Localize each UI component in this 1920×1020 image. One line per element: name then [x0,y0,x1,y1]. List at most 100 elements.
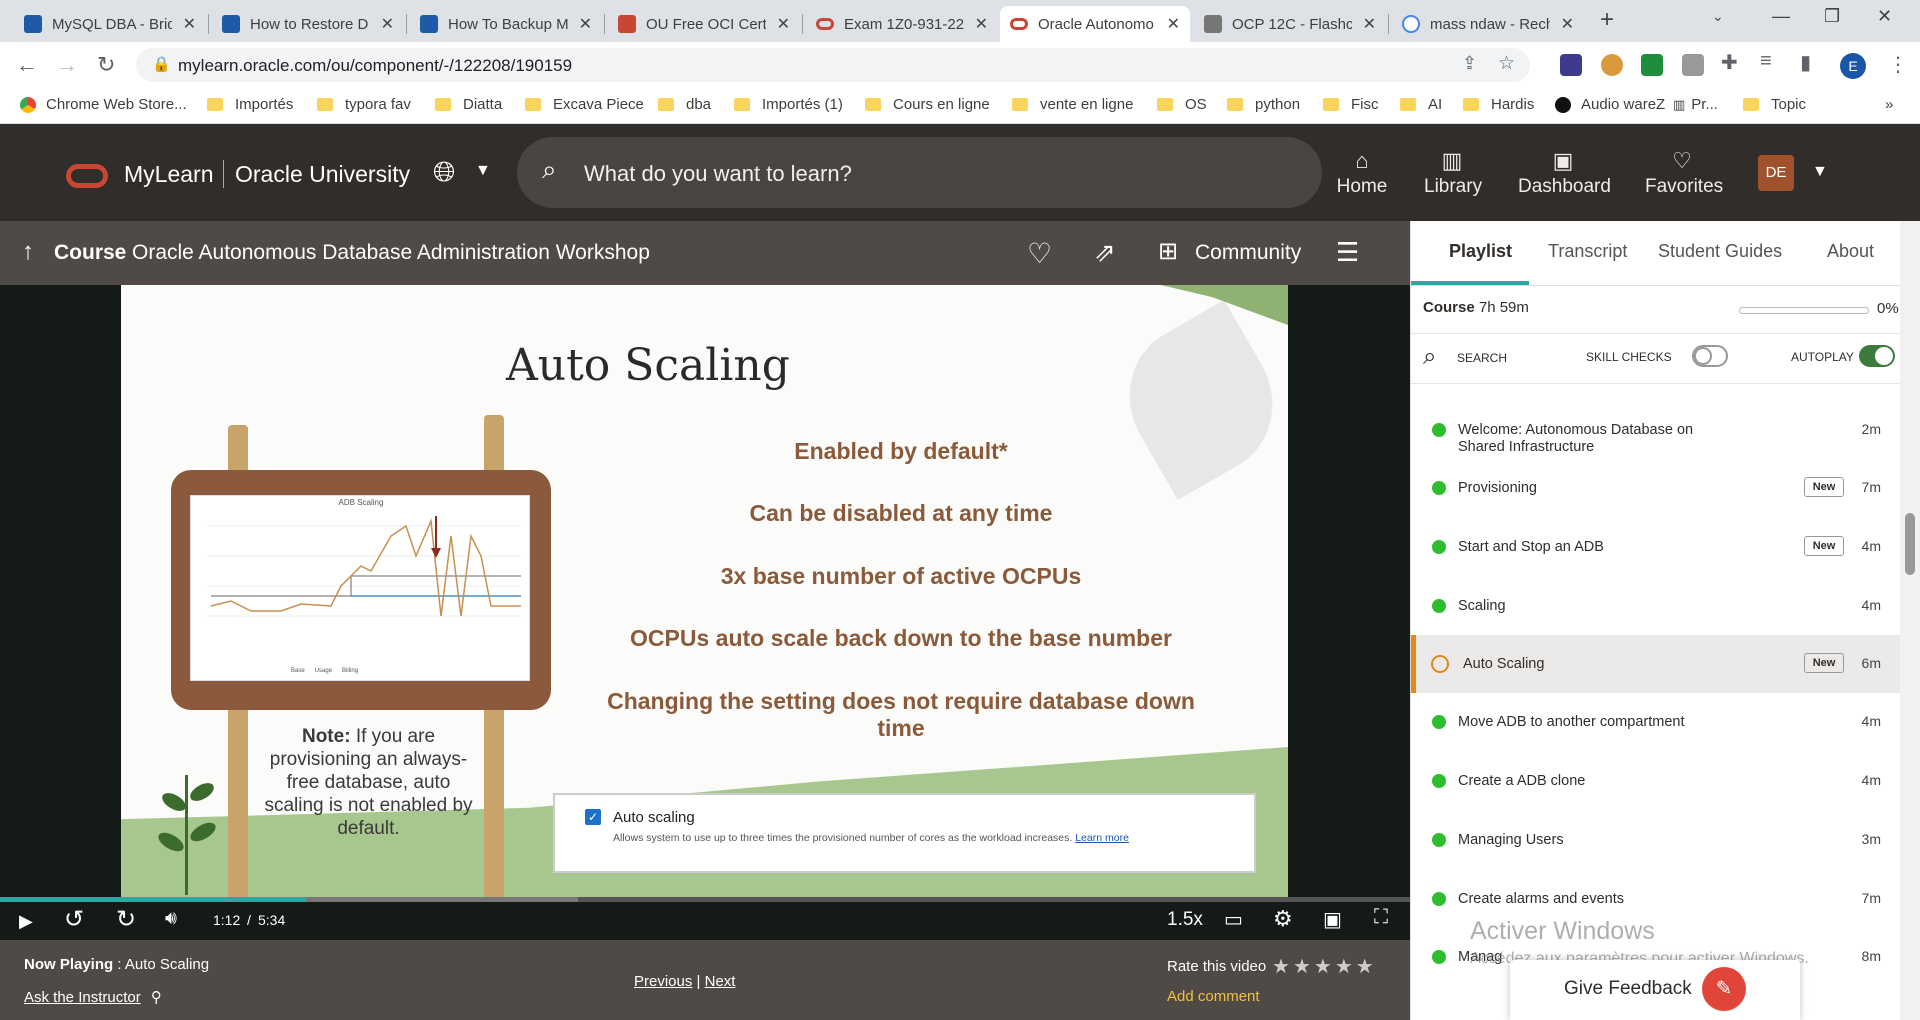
bookmark-item[interactable]: Audio wareZ [1555,96,1665,113]
new-tab-button[interactable]: + [1600,6,1614,34]
playlist-toggle-icon[interactable]: ☰ [1336,237,1359,268]
playlist-item[interactable]: Provisioning New 7m [1411,459,1911,517]
back-icon[interactable]: ← [16,52,38,78]
bookmark-item[interactable]: ▥ Pr... [1673,96,1718,113]
nav-dashboard[interactable]: ▣ Dashboard [1518,148,1611,198]
star-icon[interactable]: ★ [1314,956,1335,978]
user-avatar[interactable]: DE [1758,155,1794,191]
page-scrollbar[interactable] [1900,221,1920,1020]
playlist-item[interactable]: Managing Users 3m [1411,811,1911,869]
brand-name[interactable]: MyLearn [124,161,213,188]
bookmark-star-icon[interactable]: ☆ [1498,52,1515,75]
profile-avatar[interactable]: E [1840,53,1866,79]
star-icon[interactable]: ★ [1356,956,1377,978]
cookie-extension-icon[interactable] [1601,54,1623,76]
captions-icon[interactable]: ▭ [1224,907,1243,932]
search-icon[interactable]: ⌕ [1423,343,1436,371]
side-panel-icon[interactable]: ▮ [1800,50,1811,75]
browser-tab[interactable]: How to Restore D ✕ [212,6,404,42]
url-text[interactable]: mylearn.oracle.com/ou/component/-/122208… [178,56,572,76]
skill-checks-toggle[interactable] [1692,345,1728,367]
user-menu-chevron-icon[interactable]: ▼ [1812,163,1828,181]
playlist-item[interactable]: Move ADB to another compartment 4m [1411,693,1911,751]
address-bar[interactable]: 🔒 mylearn.oracle.com/ou/component/-/1222… [136,48,1530,82]
browser-tab-active[interactable]: Oracle Autonomo ✕ [1000,6,1190,42]
brand-subtitle[interactable]: Oracle University [235,161,410,188]
window-close-button[interactable]: ✕ [1877,6,1892,27]
tab-transcript[interactable]: Transcript [1548,241,1627,262]
bookmark-folder[interactable]: Importés (1) [734,96,843,113]
browser-tab[interactable]: OU Free OCI Cert ✕ [608,6,800,42]
bookmark-folder[interactable]: typora fav [317,96,411,113]
menu-kebab-icon[interactable]: ⋮ [1888,52,1908,77]
close-tab-icon[interactable]: ✕ [1167,14,1180,34]
minimize-button[interactable]: — [1772,6,1790,27]
browser-tab[interactable]: Exam 1Z0-931-22 ✕ [806,6,998,42]
give-feedback-button[interactable]: Give Feedback ✎ [1510,960,1800,1020]
ask-instructor-link[interactable]: Ask the Instructor ⚲ [24,988,162,1006]
picture-in-picture-icon[interactable]: ▣ [1323,907,1342,932]
playlist-search-label[interactable]: SEARCH [1457,351,1507,365]
globe-icon[interactable]: 🌐︎ [433,156,455,189]
close-tab-icon[interactable]: ✕ [579,14,592,34]
video-progress-bar[interactable] [0,897,1410,902]
autoplay-toggle[interactable] [1859,345,1895,367]
browser-tab[interactable]: mass ndaw - Rech ✕ [1392,6,1584,42]
video-player[interactable]: Auto Scaling Enabled by default* Can be … [0,285,1410,940]
close-tab-icon[interactable]: ✕ [1363,14,1376,34]
close-tab-icon[interactable]: ✕ [381,14,394,34]
playlist-item[interactable]: Welcome: Autonomous Database on Shared I… [1411,401,1911,459]
tab-playlist[interactable]: Playlist [1449,241,1512,262]
bookmark-folder[interactable]: vente en ligne [1012,96,1133,113]
rewind-10-icon[interactable]: ↺ [64,905,84,934]
browser-tab[interactable]: OCP 12C - Flashc ✕ [1194,6,1386,42]
playlist-item[interactable]: Scaling 4m [1411,577,1911,635]
reload-icon[interactable]: ↻ [97,52,115,78]
oracle-logo-icon[interactable] [66,164,108,188]
scrollbar-thumb[interactable] [1905,513,1915,575]
arrow-up-icon[interactable]: ↑ [22,238,34,266]
extension-icon[interactable] [1682,54,1704,76]
nav-library[interactable]: ▥ Library [1424,148,1482,198]
bookmark-folder[interactable]: Excava Piece [525,96,644,113]
bookmarks-overflow-icon[interactable]: » [1885,96,1893,113]
bookmark-folder[interactable]: AI [1400,96,1442,113]
bookmark-item[interactable]: Chrome Web Store... [20,96,187,113]
nav-favorites[interactable]: ♡ Favorites [1645,148,1723,198]
chevron-down-icon[interactable]: ▼ [475,162,491,180]
bookmark-folder[interactable]: Diatta [435,96,502,113]
fullscreen-icon[interactable]: ⛶ [1374,906,1388,929]
star-icon[interactable]: ★ [1335,956,1356,978]
volume-icon[interactable]: 🔊︎ [165,908,177,930]
bookmark-folder[interactable]: python [1227,96,1300,113]
add-comment-link[interactable]: Add comment [1167,988,1260,1005]
nav-home[interactable]: ⌂ Home [1334,148,1390,198]
search-input[interactable]: ⌕ What do you want to learn? [517,137,1322,208]
favorite-heart-icon[interactable]: ♡ [1027,237,1052,270]
bookmark-folder[interactable]: dba [658,96,711,113]
close-tab-icon[interactable]: ✕ [1561,14,1574,34]
bookmark-folder[interactable]: Hardis [1463,96,1534,113]
playlist-item-current[interactable]: Auto Scaling New 6m [1411,635,1911,693]
close-tab-icon[interactable]: ✕ [975,14,988,34]
bookmark-folder[interactable]: Cours en ligne [865,96,990,113]
share-icon[interactable]: ⇗ [1094,237,1116,268]
community-icon[interactable]: ⊞ [1158,237,1178,266]
close-tab-icon[interactable]: ✕ [183,14,196,34]
star-icon[interactable]: ★ [1272,956,1293,978]
previous-link[interactable]: Previous [634,973,692,990]
browser-tab[interactable]: How To Backup M ✕ [410,6,602,42]
community-link[interactable]: Community [1195,241,1301,265]
bookmark-folder[interactable]: OS [1157,96,1207,113]
browser-tab[interactable]: MySQL DBA - Brid ✕ [14,6,206,42]
next-link[interactable]: Next [705,973,736,990]
playlist-item[interactable]: Start and Stop an ADB New 4m [1411,518,1911,576]
tab-search-icon[interactable]: ⌄ [1712,8,1724,25]
settings-gear-icon[interactable]: ⚙ [1273,906,1293,932]
forward-10-icon[interactable]: ↻ [116,905,136,934]
reading-list-icon[interactable]: ≡ [1760,50,1772,73]
bookmark-folder[interactable]: Fisc [1323,96,1379,113]
play-icon[interactable]: ▶ [19,911,33,932]
download-extension-icon[interactable] [1641,54,1663,76]
bookmark-folder[interactable]: Importés [207,96,293,113]
